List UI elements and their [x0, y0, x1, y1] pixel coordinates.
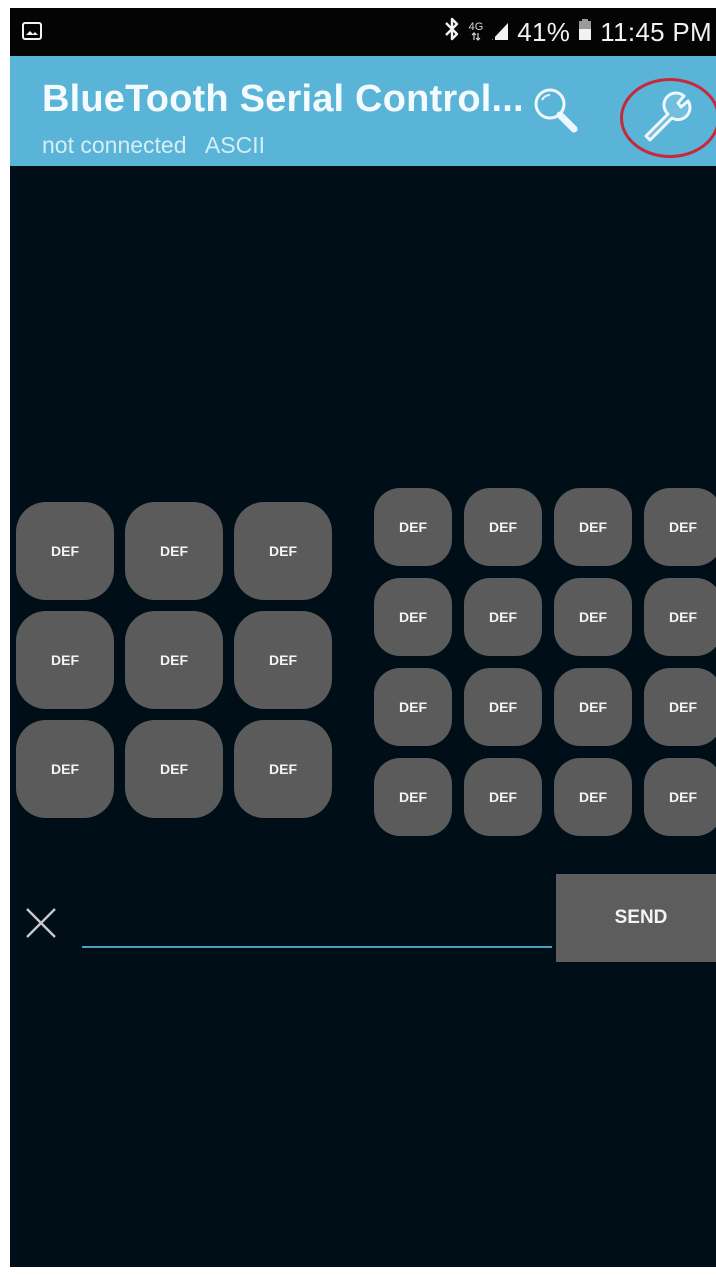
right-pad-button-r2-c3[interactable]: DEF: [554, 578, 632, 656]
left-pad-button-r3-c1[interactable]: DEF: [16, 720, 114, 818]
right-pad-button-r2-c1[interactable]: DEF: [374, 578, 452, 656]
left-pad-button-r1-c2[interactable]: DEF: [125, 502, 223, 600]
right-pad-button-r4-c4[interactable]: DEF: [644, 758, 716, 836]
signal-icon: [491, 17, 509, 48]
clock: 11:45 PM: [600, 16, 712, 47]
status-indicators: 4G 41% 11:45 PM: [443, 8, 712, 56]
settings-button[interactable]: [616, 74, 716, 160]
gallery-notification-icon: [22, 22, 42, 45]
left-pad-button-r2-c2[interactable]: DEF: [125, 611, 223, 709]
right-pad-button-r3-c3[interactable]: DEF: [554, 668, 632, 746]
right-pad-button-r3-c1[interactable]: DEF: [374, 668, 452, 746]
search-button[interactable]: [530, 84, 582, 136]
right-pad-button-r1-c2[interactable]: DEF: [464, 488, 542, 566]
left-pad-button-r3-c3[interactable]: DEF: [234, 720, 332, 818]
app-title: BlueTooth Serial Control...: [42, 78, 524, 120]
right-pad-button-r2-c4[interactable]: DEF: [644, 578, 716, 656]
mode-label: ASCII: [204, 132, 265, 158]
wrench-icon: [644, 91, 692, 142]
right-pad-button-r1-c1[interactable]: DEF: [374, 488, 452, 566]
left-pad-button-r3-c2[interactable]: DEF: [125, 720, 223, 818]
bluetooth-icon: [443, 16, 461, 49]
right-pad-button-r1-c3[interactable]: DEF: [554, 488, 632, 566]
right-pad-button-r1-c4[interactable]: DEF: [644, 488, 716, 566]
search-icon: [534, 88, 578, 133]
connection-status: not connected: [42, 132, 187, 158]
app-screen: 4G 41% 11:45 PM BlueTooth Serial Control…: [10, 8, 716, 1267]
battery-percent: 41%: [517, 16, 571, 47]
right-pad-button-r3-c4[interactable]: DEF: [644, 668, 716, 746]
left-pad-button-r1-c1[interactable]: DEF: [16, 502, 114, 600]
network-type-indicator: 4G: [468, 21, 484, 41]
app-bar: BlueTooth Serial Control... not connecte…: [10, 56, 716, 166]
network-type-label: 4G: [468, 21, 484, 33]
left-pad-button-r2-c1[interactable]: DEF: [16, 611, 114, 709]
left-pad-button-r1-c3[interactable]: DEF: [234, 502, 332, 600]
clear-button[interactable]: [24, 906, 58, 940]
left-pad-button-r2-c3[interactable]: DEF: [234, 611, 332, 709]
close-icon: [26, 908, 56, 938]
battery-icon: [578, 17, 592, 48]
right-pad-button-r2-c2[interactable]: DEF: [464, 578, 542, 656]
right-pad-button-r4-c2[interactable]: DEF: [464, 758, 542, 836]
right-pad-button-r4-c1[interactable]: DEF: [374, 758, 452, 836]
app-subtitle: not connected ASCII: [42, 132, 265, 159]
right-pad-button-r4-c3[interactable]: DEF: [554, 758, 632, 836]
right-pad-button-r3-c2[interactable]: DEF: [464, 668, 542, 746]
status-bar: 4G 41% 11:45 PM: [10, 8, 716, 56]
send-button[interactable]: SEND: [556, 874, 716, 962]
message-input[interactable]: [82, 898, 552, 948]
